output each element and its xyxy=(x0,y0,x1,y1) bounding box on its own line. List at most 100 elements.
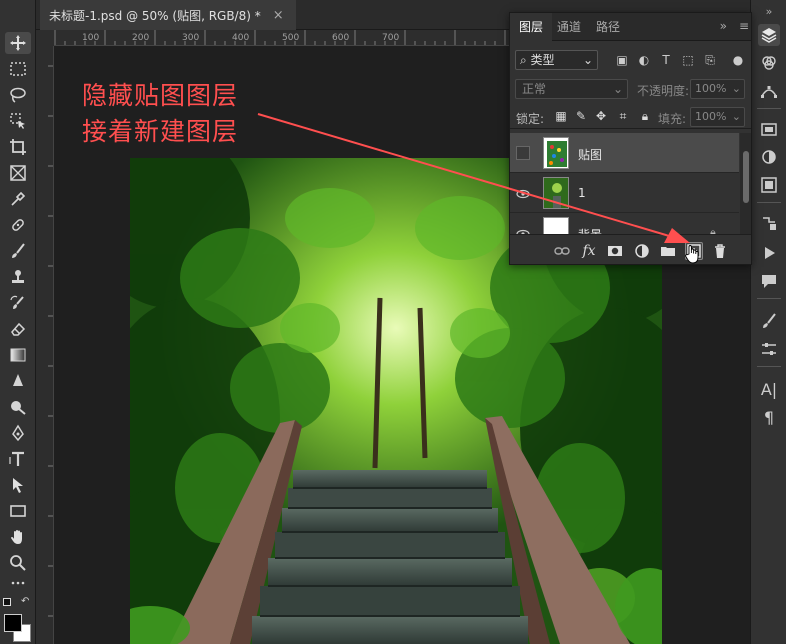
brushes-panel-icon[interactable] xyxy=(758,338,780,360)
chevron-down-icon: ⌄ xyxy=(731,110,741,123)
layer-thumbnail xyxy=(543,137,569,169)
layer-name: 贴图 xyxy=(578,148,603,162)
layer-filter-row: ⌕ 类型 ⌄ ▣ ◐ T ⬚ ⎘ ● xyxy=(510,47,751,73)
lock-transparent-icon[interactable]: ▦ xyxy=(554,109,568,123)
tab-channels[interactable]: 通道 xyxy=(557,13,581,41)
healing-brush-tool-icon[interactable] xyxy=(5,214,31,236)
history-brush-tool-icon[interactable] xyxy=(5,292,31,314)
filter-smart-object-icon[interactable]: ⎘ xyxy=(702,52,718,68)
paragraph-panel-icon[interactable]: ¶ xyxy=(758,406,780,428)
filter-pixel-icon[interactable]: ▣ xyxy=(614,52,630,68)
mask-icon[interactable] xyxy=(606,242,624,260)
photoshop-window: ↶ 未标题-1.psd @ 50% (贴图, RGB/8) * × 100 200… xyxy=(0,0,786,644)
filter-type-icon[interactable]: T xyxy=(658,52,674,68)
hand-cursor-icon xyxy=(684,244,700,264)
trash-icon[interactable] xyxy=(711,242,729,260)
fill-field[interactable]: 100% ⌄ xyxy=(690,107,745,127)
chevron-down-icon: ⌄ xyxy=(582,53,593,67)
gradient-tool-icon[interactable] xyxy=(5,344,31,366)
zoom-tool-icon[interactable] xyxy=(5,552,31,574)
eye-icon[interactable] xyxy=(516,186,530,200)
layers-scrollbar[interactable] xyxy=(740,133,751,238)
brush-tool-icon[interactable] xyxy=(5,240,31,262)
rectangle-tool-icon[interactable] xyxy=(5,500,31,522)
vertical-ruler[interactable] xyxy=(36,46,54,644)
character-panel-icon[interactable]: A| xyxy=(758,378,780,400)
adjustments-panel-icon[interactable] xyxy=(758,146,780,168)
path-selection-tool-icon[interactable] xyxy=(5,474,31,496)
right-panel-dock: » A| ¶ xyxy=(750,0,786,644)
libraries-panel-icon[interactable] xyxy=(758,118,780,140)
dodge-tool-icon[interactable] xyxy=(5,396,31,418)
actions-panel-icon[interactable] xyxy=(758,242,780,264)
tab-layers[interactable]: 图层 xyxy=(510,13,553,41)
ruler-label: 300 xyxy=(182,33,199,43)
eyedropper-tool-icon[interactable] xyxy=(5,188,31,210)
fx-icon[interactable]: fx xyxy=(580,242,598,260)
adjustment-icon[interactable] xyxy=(633,242,651,260)
layer-filter-dropdown[interactable]: ⌕ 类型 ⌄ xyxy=(515,50,598,70)
layer-name: 1 xyxy=(578,186,586,200)
lock-position-icon[interactable]: ✥ xyxy=(594,109,608,123)
object-selection-tool-icon[interactable] xyxy=(5,110,31,132)
panel-menu-icon[interactable]: ≡ xyxy=(739,19,749,33)
lock-all-icon[interactable]: 🔒︎ xyxy=(638,109,652,123)
channels-panel-icon[interactable] xyxy=(758,52,780,74)
visibility-toggle-off[interactable] xyxy=(516,146,530,160)
ruler-label: 100 xyxy=(82,33,99,43)
swap-colors-icon[interactable]: ↶ xyxy=(21,596,29,607)
lock-row: 锁定: ▦ ✎ ✥ ⌗ 🔒︎ 填充: 100% ⌄ xyxy=(510,105,751,129)
annotation-line-1: 隐藏贴图图层 xyxy=(82,81,239,110)
opacity-label: 不透明度: xyxy=(637,84,690,98)
lock-image-icon[interactable]: ✎ xyxy=(574,109,588,123)
ruler-label: 500 xyxy=(282,33,299,43)
layer-row-texture[interactable]: 贴图 xyxy=(510,133,739,173)
layers-panel-icon[interactable] xyxy=(758,24,780,46)
type-tool-icon[interactable] xyxy=(5,448,31,470)
brush-settings-panel-icon[interactable] xyxy=(758,310,780,332)
layer-thumbnail xyxy=(543,177,569,209)
collapse-panels-icon[interactable]: » xyxy=(758,0,780,22)
chevron-down-icon: ⌄ xyxy=(612,82,623,96)
close-icon[interactable]: × xyxy=(273,8,284,23)
eraser-tool-icon[interactable] xyxy=(5,318,31,340)
pen-tool-icon[interactable] xyxy=(5,422,31,444)
properties-panel-icon[interactable] xyxy=(758,174,780,196)
crop-tool-icon[interactable] xyxy=(5,136,31,158)
ruler-label: 700 xyxy=(382,33,399,43)
panel-separator xyxy=(757,108,781,109)
frame-tool-icon[interactable] xyxy=(5,162,31,184)
opacity-field[interactable]: 100% ⌄ xyxy=(690,79,745,99)
document-tab[interactable]: 未标题-1.psd @ 50% (贴图, RGB/8) * × xyxy=(40,0,296,30)
layers-panel-footer: fx xyxy=(510,234,751,264)
blend-row: 正常 ⌄ 不透明度: 100% ⌄ xyxy=(510,77,751,101)
panel-collapse-icon[interactable]: » xyxy=(720,19,727,33)
blend-mode-dropdown[interactable]: 正常 ⌄ xyxy=(515,79,628,99)
ruler-label: 600 xyxy=(332,33,349,43)
filter-shape-icon[interactable]: ⬚ xyxy=(680,52,696,68)
blur-tool-icon[interactable] xyxy=(5,370,31,392)
more-tools-icon[interactable] xyxy=(5,572,31,594)
tools-panel: ↶ xyxy=(0,0,36,644)
tab-paths[interactable]: 路径 xyxy=(596,13,620,41)
filter-adjustment-icon[interactable]: ◐ xyxy=(636,52,652,68)
hand-tool-icon[interactable] xyxy=(5,526,31,548)
lock-artboard-icon[interactable]: ⌗ xyxy=(616,109,630,123)
comments-panel-icon[interactable] xyxy=(758,270,780,292)
marquee-tool-icon[interactable] xyxy=(5,58,31,80)
link-icon[interactable] xyxy=(553,242,571,260)
filter-toggle-icon[interactable]: ● xyxy=(730,52,746,68)
chevron-down-icon: ⌄ xyxy=(731,82,741,95)
scrollbar-thumb[interactable] xyxy=(743,151,749,203)
clone-stamp-tool-icon[interactable] xyxy=(5,266,31,288)
history-panel-icon[interactable] xyxy=(758,212,780,234)
lasso-tool-icon[interactable] xyxy=(5,84,31,106)
layer-row-1[interactable]: 1 xyxy=(510,173,739,213)
paths-panel-icon[interactable] xyxy=(758,80,780,102)
default-colors-icon[interactable] xyxy=(3,598,11,606)
move-tool-icon[interactable] xyxy=(5,32,31,54)
group-icon[interactable] xyxy=(659,242,677,260)
layers-panel-tabs: 图层 通道 路径 » ≡ xyxy=(510,13,751,41)
ruler-label: 200 xyxy=(132,33,149,43)
foreground-color-swatch[interactable] xyxy=(4,614,22,632)
